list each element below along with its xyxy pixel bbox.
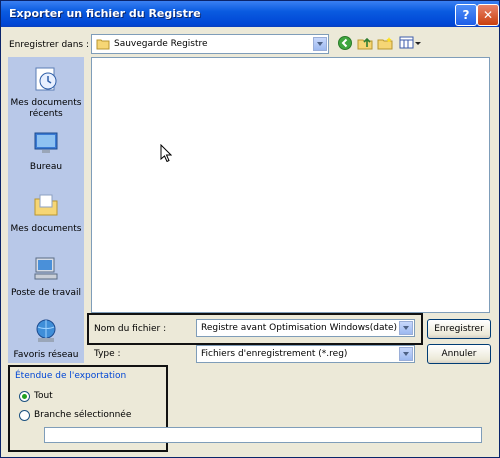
export-registry-dialog: Exporter un fichier du Registre ? ✕ Enre… — [0, 0, 500, 458]
filename-highlight-box — [87, 313, 423, 345]
export-range-title: Étendue de l'exportation — [15, 371, 127, 381]
new-folder-icon[interactable] — [377, 36, 393, 50]
branch-radio-label[interactable]: Branche sélectionnée — [34, 410, 131, 420]
place-network[interactable]: Favoris réseau — [8, 317, 84, 361]
branch-radio[interactable] — [19, 410, 30, 421]
place-label: Poste de travail — [11, 288, 81, 298]
save-in-value: Sauvegarde Registre — [114, 39, 208, 49]
filetype-label: Type : — [94, 349, 121, 359]
close-button[interactable]: ✕ — [477, 4, 499, 26]
chevron-down-icon[interactable] — [399, 347, 413, 361]
places-bar: Mes documents récents Bureau Mes documen… — [8, 57, 84, 363]
all-radio-label[interactable]: Tout — [34, 391, 53, 401]
my-computer-icon — [34, 257, 58, 280]
back-icon[interactable] — [337, 36, 353, 50]
view-menu-icon[interactable] — [399, 36, 421, 50]
recent-documents-icon — [35, 67, 57, 91]
desktop-icon — [34, 132, 58, 153]
my-documents-icon — [34, 194, 58, 216]
place-label: Mes documents — [10, 98, 82, 108]
place-recent-documents[interactable]: Mes documents récents — [8, 65, 84, 120]
up-folder-icon[interactable] — [357, 36, 373, 50]
place-desktop[interactable]: Bureau — [8, 129, 84, 173]
window-title: Exporter un fichier du Registre — [9, 7, 201, 20]
mouse-cursor-icon — [160, 144, 172, 162]
cancel-button[interactable]: Annuler — [427, 344, 491, 364]
place-my-computer[interactable]: Poste de travail — [8, 255, 84, 299]
place-label: Favoris réseau — [13, 350, 79, 360]
place-label-line2: récents — [29, 109, 63, 119]
all-radio[interactable] — [19, 391, 30, 402]
save-button[interactable]: Enregistrer — [427, 319, 491, 339]
place-label: Bureau — [29, 162, 63, 172]
filetype-value: Fichiers d'enregistrement (*.reg) — [201, 349, 348, 359]
place-label: Mes documents — [10, 224, 82, 234]
save-in-dropdown[interactable]: Sauvegarde Registre — [91, 34, 329, 54]
branch-path-input[interactable] — [44, 427, 482, 443]
network-places-icon — [36, 319, 56, 342]
help-button[interactable]: ? — [455, 4, 477, 26]
file-list[interactable] — [91, 57, 490, 313]
filetype-dropdown[interactable]: Fichiers d'enregistrement (*.reg) — [196, 345, 415, 363]
title-bar[interactable]: Exporter un fichier du Registre ? ✕ — [1, 1, 499, 27]
folder-icon — [96, 39, 110, 50]
save-in-label: Enregistrer dans : — [9, 40, 89, 50]
place-my-documents[interactable]: Mes documents — [8, 191, 84, 235]
chevron-down-icon[interactable] — [313, 37, 327, 51]
